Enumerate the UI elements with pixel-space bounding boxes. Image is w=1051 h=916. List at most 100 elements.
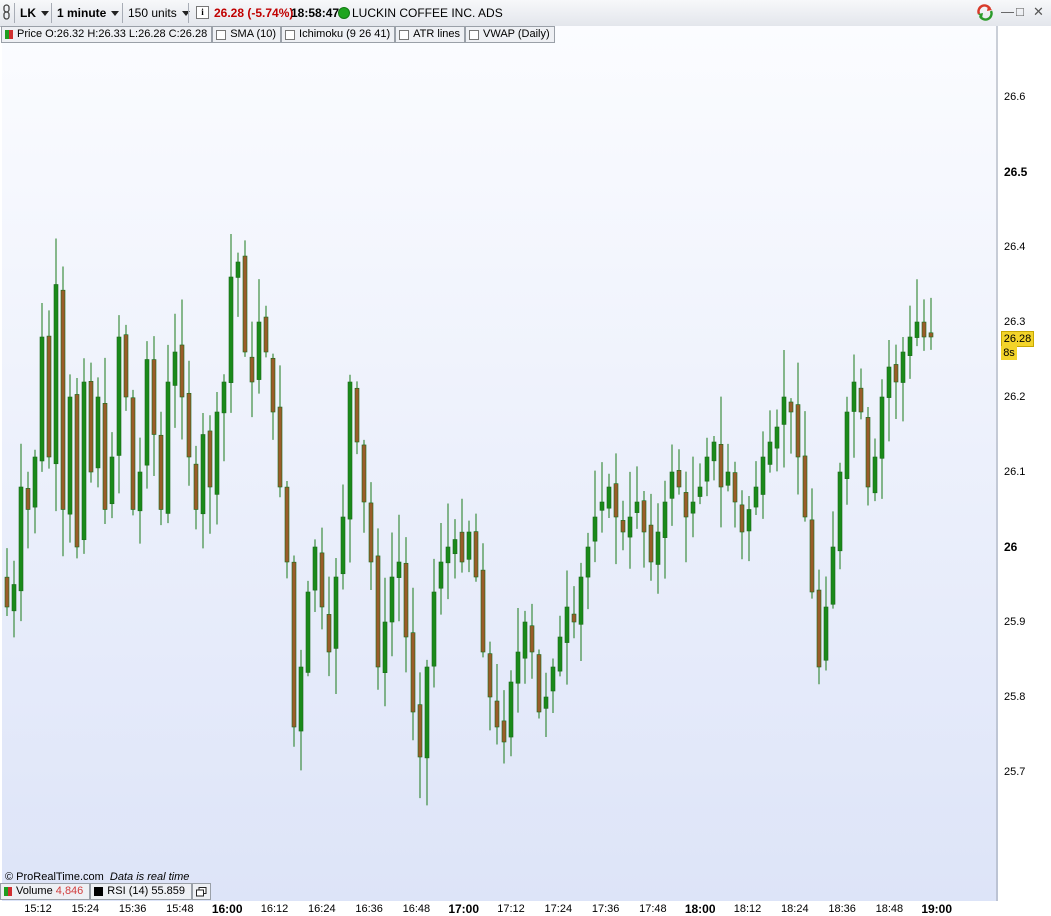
- candle-body: [389, 576, 395, 623]
- ichimoku-label: Ichimoku (9 26 41): [299, 28, 391, 40]
- time-tick-label: 15:48: [166, 903, 194, 915]
- candle-body: [627, 516, 633, 538]
- candle-body: [95, 396, 101, 469]
- atr-indicator[interactable]: ATR lines: [395, 26, 466, 43]
- time-tick-label: 17:48: [639, 903, 667, 915]
- restore-icon: [195, 886, 207, 896]
- link-icon[interactable]: [3, 2, 11, 24]
- candle-body: [599, 501, 605, 511]
- candle-body: [431, 591, 437, 667]
- candle-body: [305, 591, 311, 673]
- units-selector[interactable]: 150 units: [128, 2, 190, 24]
- candle-body: [109, 456, 115, 505]
- time-tick-label: 15:12: [24, 903, 52, 915]
- candle-body: [536, 654, 542, 713]
- candle-body: [676, 470, 682, 488]
- time-axis: 15:12 15:24 15:36 15:48 16:00 16:12 16:24 16:36…: [0, 901, 1051, 916]
- candle-body: [158, 434, 164, 510]
- candle-body: [193, 463, 199, 510]
- candle-body: [382, 621, 388, 673]
- time-tick-label: 17:36: [591, 903, 620, 915]
- candle-color-icon: [5, 30, 13, 39]
- candle-body: [116, 336, 122, 456]
- candle-body: [263, 316, 269, 353]
- candle-body: [662, 501, 668, 538]
- maximize-button[interactable]: □: [1016, 5, 1024, 19]
- candle-body: [914, 321, 920, 338]
- close-button[interactable]: ✕: [1033, 5, 1044, 19]
- sma-indicator[interactable]: SMA (10): [212, 26, 282, 43]
- candle-body: [249, 356, 255, 383]
- price-tick-label: 26.5: [1004, 165, 1028, 179]
- candle-body: [858, 387, 864, 413]
- sma-label: SMA (10): [230, 28, 277, 40]
- candle-body: [732, 472, 738, 503]
- volume-indicator[interactable]: Volume 4,846: [0, 883, 91, 900]
- price-tick-label: 26: [1004, 540, 1018, 554]
- candle-body: [557, 636, 563, 672]
- price-tick-label: 25.8: [1004, 691, 1026, 703]
- candle-body: [424, 666, 430, 759]
- candle-body: [718, 443, 724, 488]
- price-tick-label: 26.1: [1004, 466, 1026, 478]
- candle-body: [200, 434, 206, 515]
- candle-body: [368, 502, 374, 563]
- sma-checkbox[interactable]: [216, 29, 227, 40]
- chevron-down-icon: [41, 11, 49, 17]
- minimize-button[interactable]: —: [1001, 5, 1014, 19]
- candle-body: [53, 284, 59, 465]
- price-indicator[interactable]: Price O:26.32 H:26.33 L:26.28 C:26.28: [1, 26, 213, 43]
- rsi-indicator[interactable]: RSI (14) 55.859: [90, 883, 192, 900]
- time-tick-label: 18:12: [733, 903, 762, 915]
- time-tick-label: 15:24: [71, 903, 100, 915]
- candle-body: [410, 632, 416, 713]
- time-tick-label: 16:12: [260, 903, 289, 915]
- ichimoku-checkbox[interactable]: [285, 29, 296, 40]
- candle-body: [137, 471, 143, 512]
- vwap-indicator[interactable]: VWAP (Daily): [465, 26, 555, 43]
- candle-body: [445, 546, 451, 564]
- candle-body: [123, 334, 129, 398]
- candle-body: [564, 606, 570, 643]
- time-tick-label: 16:36: [355, 903, 383, 915]
- ichimoku-indicator[interactable]: Ichimoku (9 26 41): [281, 26, 396, 43]
- candle-body: [725, 471, 731, 486]
- vwap-checkbox[interactable]: [469, 29, 480, 40]
- timeframe-selector[interactable]: 1 minute: [57, 2, 120, 24]
- candle-body: [144, 359, 150, 466]
- candle-body: [900, 351, 906, 383]
- candle-body: [802, 455, 808, 518]
- info-icon[interactable]: i: [196, 6, 209, 19]
- candle-body: [60, 289, 66, 510]
- candle-body: [907, 336, 913, 356]
- time-tick-label: 17:12: [497, 903, 525, 915]
- timeframe-label: 1 minute: [57, 6, 107, 20]
- atr-checkbox[interactable]: [399, 29, 410, 40]
- candle-body: [74, 394, 80, 548]
- candle-body: [333, 576, 339, 649]
- candle-body: [298, 666, 304, 732]
- candle-body: [606, 486, 612, 509]
- candle-body: [522, 621, 528, 659]
- volume-color-icon: [4, 887, 12, 896]
- candle-body: [256, 321, 262, 380]
- candle-body: [851, 381, 857, 412]
- price-change: 26.28 (-5.74%): [214, 6, 294, 20]
- candle-body: [396, 561, 402, 578]
- price-tick-label: 25.7: [1004, 766, 1026, 778]
- candle-body: [921, 321, 927, 338]
- rsi-color-icon: [94, 887, 104, 896]
- price-chart[interactable]: [0, 26, 998, 901]
- candle-body: [592, 516, 598, 542]
- candle-body: [711, 441, 717, 462]
- candle-body: [578, 576, 584, 625]
- candle-body: [571, 613, 577, 623]
- candle-body: [11, 584, 17, 612]
- restore-panels-button[interactable]: [191, 883, 211, 900]
- candle-body: [18, 486, 24, 592]
- candle-body: [529, 625, 535, 653]
- price-tick-label: 26.2: [1004, 391, 1026, 403]
- candle-body: [438, 561, 444, 589]
- refresh-icon[interactable]: [976, 2, 994, 24]
- symbol-selector[interactable]: LK: [20, 2, 49, 24]
